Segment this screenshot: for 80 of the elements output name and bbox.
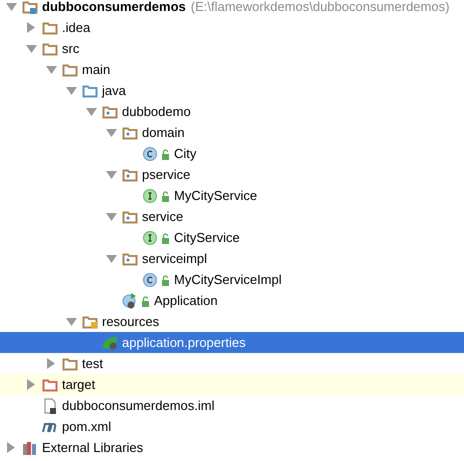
collapse-arrow-icon[interactable] xyxy=(6,2,16,10)
node-label: dubboconsumerdemos xyxy=(41,0,187,16)
package-folder-icon xyxy=(102,104,118,120)
node-label: City xyxy=(173,144,198,163)
collapse-arrow-icon[interactable] xyxy=(106,254,116,262)
node-label: MyCityService xyxy=(173,186,258,205)
node-label: serviceimpl xyxy=(141,250,208,268)
tree-row[interactable]: Application xyxy=(0,290,464,311)
node-label: CityService xyxy=(173,228,241,247)
tree-row[interactable]: target xyxy=(0,374,464,395)
node-label: resources xyxy=(101,312,160,331)
tree-row[interactable]: .idea xyxy=(0,17,464,38)
collapse-arrow-icon[interactable] xyxy=(86,108,96,116)
node-label: pservice xyxy=(141,166,192,184)
collapse-arrow-icon[interactable] xyxy=(66,86,76,94)
node-label: Application xyxy=(153,292,219,310)
tree-row[interactable]: MyCityServiceImpl xyxy=(0,269,464,290)
node-label: domain xyxy=(141,124,186,142)
tree-row[interactable]: application.properties xyxy=(0,332,464,353)
node-label: dubbodemo xyxy=(121,102,192,121)
collapse-arrow-icon[interactable] xyxy=(106,212,116,220)
folder-icon xyxy=(82,82,98,98)
tree-row[interactable]: resources xyxy=(0,311,464,332)
tree-row[interactable]: dubbodemo xyxy=(0,101,464,122)
folder-icon xyxy=(42,376,58,392)
node-label: application.properties xyxy=(121,334,247,352)
node-label: MyCityServiceImpl xyxy=(173,270,283,289)
node-label: src xyxy=(61,40,80,58)
class-icon xyxy=(142,146,170,162)
collapse-arrow-icon[interactable] xyxy=(26,44,36,52)
expand-arrow-icon[interactable] xyxy=(27,22,35,33)
node-label: .idea xyxy=(61,18,92,37)
node-label: target xyxy=(61,376,96,394)
tree-row[interactable]: domain xyxy=(0,122,464,143)
tree-row[interactable]: pservice xyxy=(0,164,464,185)
tree-row[interactable]: dubboconsumerdemos (E:\flameworkdemos\dubboconsumerdemos) xyxy=(0,0,464,17)
node-label: service xyxy=(141,208,184,226)
node-label: External Libraries xyxy=(41,438,144,457)
expand-arrow-icon[interactable] xyxy=(27,379,35,390)
tree-row[interactable]: dubboconsumerdemos.iml xyxy=(0,395,464,416)
interface-icon xyxy=(142,230,170,246)
collapse-arrow-icon[interactable] xyxy=(106,170,116,178)
node-label: java xyxy=(101,82,127,100)
class-icon xyxy=(142,272,170,288)
folder-icon xyxy=(42,20,58,36)
folder-icon xyxy=(62,356,78,372)
tree-row[interactable]: src xyxy=(0,38,464,59)
resources-folder-icon xyxy=(82,314,98,330)
package-folder-icon xyxy=(122,166,138,182)
tree-row[interactable]: serviceimpl xyxy=(0,248,464,269)
expand-arrow-icon[interactable] xyxy=(7,442,15,453)
expand-arrow-icon[interactable] xyxy=(47,358,55,369)
project-path: (E:\flameworkdemos\dubboconsumerdemos) xyxy=(190,0,450,16)
interface-icon xyxy=(142,188,170,204)
tree-row[interactable]: MyCityService xyxy=(0,185,464,206)
tree-row[interactable]: CityService xyxy=(0,227,464,248)
tree-row[interactable]: service xyxy=(0,206,464,227)
module-folder-icon xyxy=(22,0,38,14)
libraries-icon xyxy=(22,440,38,456)
collapse-arrow-icon[interactable] xyxy=(66,318,76,326)
tree-row[interactable]: main xyxy=(0,59,464,80)
tree-row[interactable]: City xyxy=(0,143,464,164)
spring-leaf-icon xyxy=(102,334,118,350)
file-icon xyxy=(42,398,58,414)
tree-row[interactable]: java xyxy=(0,80,464,101)
node-label: dubboconsumerdemos.iml xyxy=(61,396,216,415)
folder-icon xyxy=(62,62,78,78)
package-folder-icon xyxy=(122,208,138,224)
package-folder-icon xyxy=(122,124,138,140)
node-label: test xyxy=(81,354,104,373)
tree-row[interactable]: pom.xml xyxy=(0,416,464,437)
spring-app-icon xyxy=(122,292,150,308)
node-label: main xyxy=(81,60,112,79)
package-folder-icon xyxy=(122,250,138,266)
node-label: pom.xml xyxy=(61,418,112,436)
tree-row[interactable]: test xyxy=(0,353,464,374)
collapse-arrow-icon[interactable] xyxy=(46,66,56,74)
collapse-arrow-icon[interactable] xyxy=(106,128,116,136)
tree-row[interactable]: External Libraries xyxy=(0,437,464,458)
folder-icon xyxy=(42,40,58,56)
